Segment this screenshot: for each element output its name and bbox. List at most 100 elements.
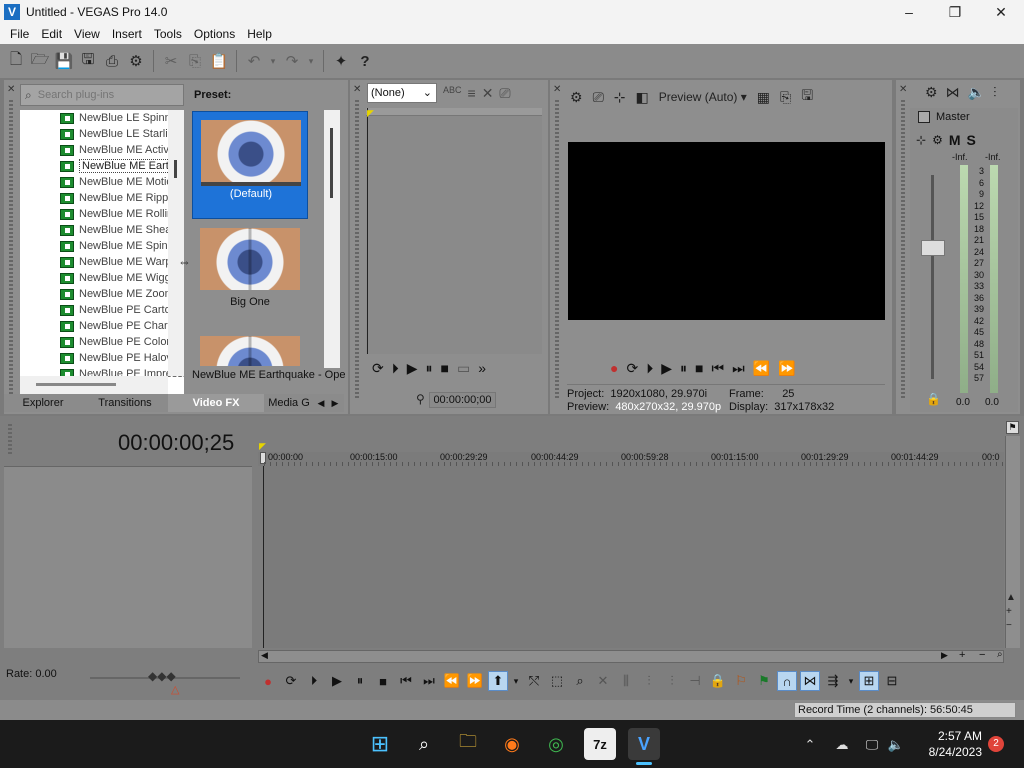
preset-big-one[interactable]: Big One xyxy=(192,220,308,328)
tab-scroll-right-icon[interactable]: ▶ xyxy=(328,394,342,412)
trim-icon[interactable]: ⫼ xyxy=(616,671,636,691)
gear-icon[interactable]: ⚙ xyxy=(570,89,583,106)
volume-icon[interactable]: 🔈 xyxy=(886,737,906,753)
loop-icon[interactable]: ⟳ xyxy=(626,360,638,377)
list-item[interactable]: NewBlue ME Zoom xyxy=(20,286,184,302)
stop-icon[interactable]: ■ xyxy=(373,671,393,691)
open-icon[interactable]: 🗁 xyxy=(30,51,50,71)
paste-icon[interactable]: 📋 xyxy=(209,51,229,71)
plugin-tree-vertical-scrollbar[interactable] xyxy=(168,110,184,376)
zoom-in-vertical-icon[interactable]: + xyxy=(1006,606,1016,617)
panel-gripper[interactable] xyxy=(355,100,359,400)
plugin-tree-horizontal-scrollbar[interactable] xyxy=(20,376,168,394)
delete-icon[interactable]: ✕ xyxy=(593,671,613,691)
go-to-start-icon[interactable]: ⏮ xyxy=(711,360,724,377)
stop-icon[interactable]: ■ xyxy=(695,360,703,377)
close-panel-icon[interactable]: ✕ xyxy=(553,84,563,95)
menu-tools[interactable]: Tools xyxy=(148,27,188,41)
save-icon[interactable]: 💾 xyxy=(54,51,74,71)
list-item[interactable]: NewBlue LE Spinning xyxy=(20,110,184,126)
list-item[interactable]: NewBlue PE Halovision xyxy=(20,350,184,366)
copy-icon[interactable]: ⎘ xyxy=(185,51,205,71)
record-icon[interactable]: ● xyxy=(258,671,278,691)
next-frame-icon[interactable]: ⏩ xyxy=(778,360,795,377)
overlays-icon[interactable]: ◧ xyxy=(636,89,649,106)
search-icon[interactable]: ⌕ xyxy=(408,728,440,760)
next-frame-icon[interactable]: ⏩ xyxy=(465,671,485,691)
panel-gripper[interactable] xyxy=(9,100,13,400)
zoom-tool-icon[interactable]: ⌕ xyxy=(997,649,1003,660)
trim-end-icon[interactable]: ⫶ xyxy=(662,671,682,691)
menu-edit[interactable]: Edit xyxy=(35,27,68,41)
list-item[interactable]: NewBlue ME Rolling xyxy=(20,206,184,222)
trimmer-area[interactable] xyxy=(366,108,542,354)
maximize-button[interactable]: ❐ xyxy=(932,0,978,24)
grid-icon[interactable]: ▦ xyxy=(757,89,770,106)
close-button[interactable]: ✕ xyxy=(978,0,1024,24)
enable-snapping-icon[interactable]: ✦ xyxy=(331,51,351,71)
zoom-out-time-icon[interactable]: − xyxy=(979,649,985,661)
ripple-edit-icon[interactable]: ⇶ xyxy=(823,671,843,691)
timeline-horizontal-scrollbar[interactable]: ◀ ▶ + − ⌕ xyxy=(258,649,1004,663)
windows-start-icon[interactable]: ⊞ xyxy=(364,728,396,760)
search-input[interactable] xyxy=(37,89,168,101)
go-to-end-icon[interactable]: ⏭ xyxy=(419,671,439,691)
panel-gripper[interactable] xyxy=(8,424,12,454)
list-item[interactable]: NewBlue PE Charcoal xyxy=(20,318,184,334)
pause-icon[interactable]: ⏸ xyxy=(426,360,433,377)
play-from-start-icon[interactable]: ⏵ xyxy=(392,360,399,377)
mute-button[interactable]: M xyxy=(949,132,961,148)
ignore-grouping-icon[interactable]: ⊟ xyxy=(882,671,902,691)
insert-region-icon[interactable]: ⚑ xyxy=(754,671,774,691)
scroll-thumb[interactable] xyxy=(330,128,333,198)
panel-gripper[interactable] xyxy=(555,100,559,400)
gear-icon[interactable]: ⚙ xyxy=(925,84,938,101)
search-box[interactable]: ⌕ xyxy=(20,84,184,106)
edit-tool-dropdown-icon[interactable]: ▾ xyxy=(511,671,521,691)
help-icon[interactable]: ? xyxy=(355,51,375,71)
ripple-dropdown-icon[interactable]: ▾ xyxy=(846,671,856,691)
list-item[interactable]: NewBlue PE Cartoon xyxy=(20,302,184,318)
list-item[interactable]: NewBlue LE Starlight xyxy=(20,126,184,142)
auto-crossfade-icon[interactable]: ⋈ xyxy=(800,671,820,691)
spell-icon[interactable]: ABC xyxy=(443,85,462,102)
master-fader[interactable] xyxy=(921,240,945,256)
pause-icon[interactable]: ⏸ xyxy=(680,360,687,377)
close-panel-icon[interactable]: ✕ xyxy=(899,84,909,95)
list-item[interactable]: NewBlue PE Colorize xyxy=(20,334,184,350)
record-icon[interactable]: ● xyxy=(610,360,618,377)
cut-icon[interactable]: ✂ xyxy=(161,51,181,71)
zoom-out-vertical-icon[interactable]: − xyxy=(1006,620,1016,631)
lock-icon[interactable]: 🔒 xyxy=(926,392,941,406)
play-from-start-icon[interactable]: ⏵ xyxy=(646,360,653,377)
list-item[interactable]: NewBlue ME Active xyxy=(20,142,184,158)
pause-icon[interactable]: ⏸ xyxy=(350,671,370,691)
insert-marker-icon[interactable]: ⚐ xyxy=(731,671,751,691)
lock-icon[interactable]: 🔒 xyxy=(708,671,728,691)
undo-dropdown-icon[interactable]: ▾ xyxy=(268,51,278,71)
list-item[interactable]: NewBlue ME Wiggle xyxy=(20,270,184,286)
loop-icon[interactable]: ⟳ xyxy=(281,671,301,691)
chevron-up-icon[interactable]: ⌃ xyxy=(800,737,820,753)
copy-snapshot-icon[interactable]: ⎘ xyxy=(780,89,791,106)
panel-gripper[interactable] xyxy=(901,100,905,400)
previous-frame-icon[interactable]: ⏪ xyxy=(442,671,462,691)
external-monitor-icon[interactable]: ⎚ xyxy=(593,89,604,106)
list-item[interactable]: NewBlue ME Spin xyxy=(20,238,184,254)
tab-explorer[interactable]: Explorer xyxy=(4,394,82,412)
go-to-start-icon[interactable]: ⏮ xyxy=(396,671,416,691)
new-icon[interactable]: 🗋 xyxy=(6,51,26,71)
master-checkbox[interactable] xyxy=(918,111,930,123)
display-icon[interactable]: 🖵 xyxy=(862,737,882,753)
scroll-thumb[interactable] xyxy=(36,383,116,386)
downmix-icon[interactable]: ⋈ xyxy=(946,84,960,101)
trimmer-source-select[interactable]: (None) ⌄ xyxy=(367,83,437,103)
loop-icon[interactable]: ⟳ xyxy=(372,360,384,377)
fx-chain-icon[interactable]: ⚙ xyxy=(932,133,943,147)
zoom-tool-icon[interactable]: ⌕ xyxy=(570,671,590,691)
scroll-thumb[interactable] xyxy=(174,160,177,178)
mixer-sliders-icon[interactable]: ⫶ xyxy=(993,84,997,101)
render-icon[interactable]: ⎙ xyxy=(102,51,122,71)
edit-details-icon[interactable]: ≡ xyxy=(468,85,476,102)
undo-icon[interactable]: ↶ xyxy=(244,51,264,71)
